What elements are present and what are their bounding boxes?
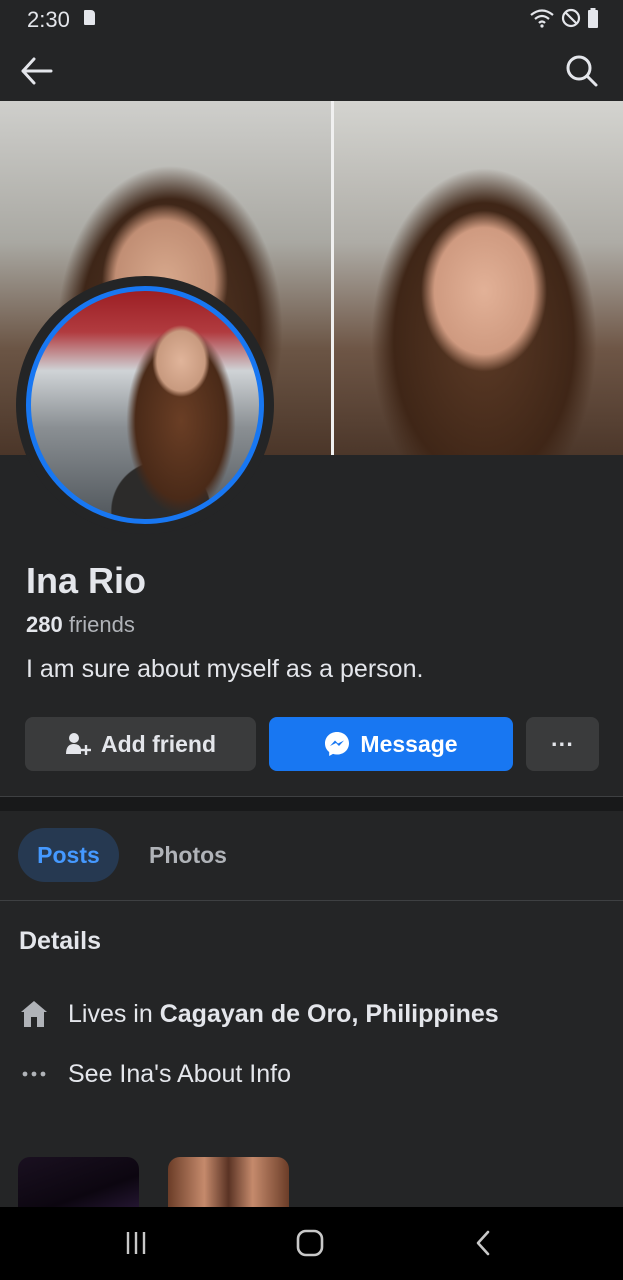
details-heading: Details [19, 927, 101, 955]
top-bar [0, 40, 623, 100]
recent-apps-icon [126, 1232, 146, 1254]
message-label: Message [360, 730, 458, 757]
battery-icon [588, 8, 598, 28]
more-options-icon: ··· [551, 730, 574, 757]
recent-apps-button[interactable] [116, 1225, 156, 1261]
section-divider [0, 796, 623, 811]
back-nav-button[interactable] [464, 1225, 504, 1261]
search-icon [566, 55, 598, 87]
profile-picture[interactable] [26, 286, 264, 524]
back-button[interactable] [18, 52, 56, 90]
do-not-disturb-icon [561, 8, 581, 28]
detail-about-link[interactable]: See Ina's About Info [19, 1057, 291, 1091]
more-options-button[interactable]: ··· [526, 717, 599, 771]
lives-in-text: Lives in Cagayan de Oro, Philippines [68, 1000, 499, 1029]
profile-bio: I am sure about myself as a person. [26, 655, 424, 683]
home-icon [19, 999, 49, 1029]
home-nav-icon [296, 1229, 324, 1257]
wifi-icon [530, 9, 554, 28]
messenger-icon [325, 732, 350, 756]
status-time: 2:30 [27, 7, 70, 32]
friends-label: friends [62, 612, 135, 637]
arrow-left-icon [21, 57, 53, 85]
friends-count-line[interactable]: 280 friends [26, 612, 135, 638]
friends-count: 280 [26, 612, 63, 637]
status-bar: 2:30 [0, 0, 623, 38]
lives-in-place[interactable]: Cagayan de Oro, Philippines [160, 1000, 499, 1028]
tab-photos[interactable]: Photos [131, 828, 245, 882]
tabs-divider [0, 900, 623, 901]
search-button[interactable] [563, 52, 601, 90]
profile-name: Ina Rio [26, 560, 147, 601]
sd-card-icon [84, 10, 95, 25]
system-nav-bar [0, 1207, 623, 1280]
add-friend-icon [66, 733, 91, 755]
profile-picture-frame [16, 276, 274, 534]
add-friend-label: Add friend [101, 730, 216, 757]
about-info-link[interactable]: See Ina's About Info [68, 1060, 291, 1089]
detail-lives-in: Lives in Cagayan de Oro, Philippines [19, 997, 499, 1031]
cover-photo-right [334, 101, 623, 455]
ellipsis-icon [19, 1059, 49, 1089]
home-nav-button[interactable] [290, 1225, 330, 1261]
back-nav-icon [476, 1230, 490, 1256]
tab-posts[interactable]: Posts [18, 828, 119, 882]
message-button[interactable]: Message [269, 717, 513, 771]
status-icons [529, 7, 599, 29]
lives-in-prefix: Lives in [68, 999, 160, 1028]
add-friend-button[interactable]: Add friend [25, 717, 256, 771]
